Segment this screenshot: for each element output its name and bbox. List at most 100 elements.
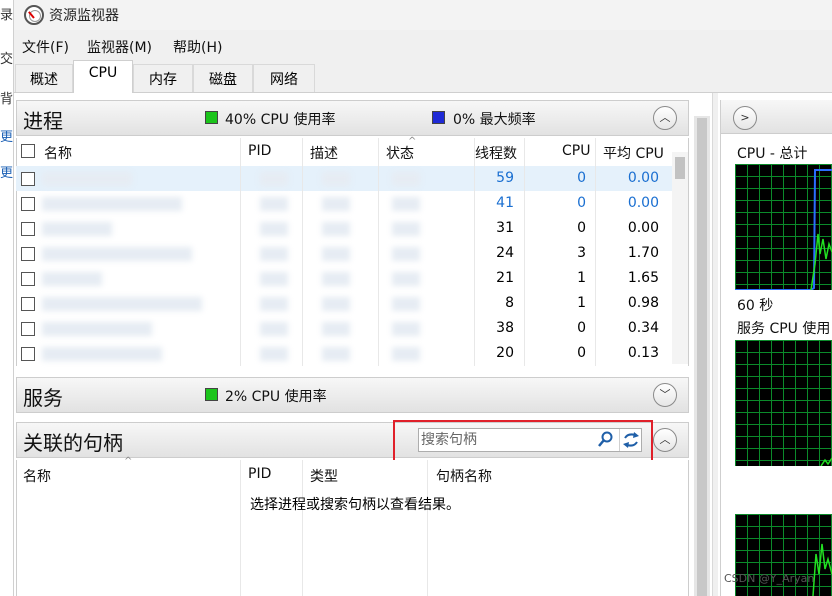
handles-column-handle-name[interactable]: 句柄名称 [436,466,492,486]
column-header-description[interactable]: 描述 [310,143,338,163]
redacted-cell [392,172,420,186]
handles-empty-message: 选择进程或搜索句柄以查看结果。 [250,497,460,513]
sort-indicator-icon: ^ [408,136,417,147]
column-header-pid[interactable]: PID [248,143,271,159]
redacted-cell [392,247,420,261]
row-checkbox[interactable] [21,347,35,361]
tab-disk[interactable]: 磁盘 [193,64,253,92]
redacted-process-name [42,297,202,311]
cell-average-cpu: 0.00 [627,220,659,236]
service-cpu-label: 服务 CPU 使用 [737,321,831,337]
redacted-cell [260,222,288,236]
max-frequency-indicator-icon [432,111,445,124]
row-checkbox[interactable] [21,197,35,211]
redacted-cell [322,272,350,286]
service-cpu-graph-lines [820,457,832,466]
redacted-cell [322,297,350,311]
redacted-process-name [42,347,162,361]
menu-help[interactable]: 帮助(H) [173,37,222,57]
chevron-down-icon: ﹀ [659,388,671,401]
row-checkbox[interactable] [21,297,35,311]
redacted-process-name [42,322,152,336]
handles-title: 关联的句柄 [23,431,123,455]
select-all-checkbox[interactable] [21,144,35,158]
services-expand-button[interactable]: ﹀ [653,383,677,407]
redacted-cell [322,247,350,261]
services-section-header[interactable] [16,377,689,413]
redacted-cell [392,222,420,236]
cell-threads: 38 [496,320,514,336]
redacted-cell [392,297,420,311]
background-window-strip: 录 交 背 更 更 [0,0,14,596]
annotation-highlight-box [393,420,653,464]
cell-threads: 41 [496,195,514,211]
column-header-average-cpu[interactable]: 平均 CPU [603,143,664,163]
pane-splitter[interactable] [712,93,718,596]
cell-average-cpu: 1.70 [627,245,659,261]
row-checkbox[interactable] [21,322,35,336]
processes-collapse-button[interactable]: ︿ [653,106,677,130]
redacted-cell [392,197,420,211]
processes-cpu-usage: 40% CPU 使用率 [225,112,336,128]
row-checkbox[interactable] [21,247,35,261]
cell-threads: 59 [496,170,514,186]
row-checkbox[interactable] [21,172,35,186]
resource-monitor-app-icon [24,5,44,25]
cell-average-cpu: 0.00 [627,170,659,186]
cell-cpu: 1 [577,270,586,286]
row-checkbox[interactable] [21,222,35,236]
handles-column-type[interactable]: 类型 [310,466,338,486]
redacted-process-name [42,222,112,236]
menu-file[interactable]: 文件(F) [22,37,69,57]
window-title: 资源监视器 [49,8,119,24]
chevron-up-icon: ︿ [659,433,671,446]
redacted-cell [392,322,420,336]
sort-indicator-icon: ^ [124,456,133,467]
tab-cpu[interactable]: CPU [73,60,133,93]
cell-cpu: 0 [577,170,586,186]
cell-average-cpu: 1.65 [627,270,659,286]
handles-column-name[interactable]: 名称 [23,466,51,486]
services-cpu-indicator-icon [205,388,218,401]
services-cpu-usage: 2% CPU 使用率 [225,389,327,405]
handles-collapse-button[interactable]: ︿ [653,428,677,452]
tab-overview[interactable]: 概述 [15,64,73,92]
redacted-cell [322,347,350,361]
watermark-text: CSDN @Y_Aryan [724,572,815,585]
cell-cpu: 0 [577,320,586,336]
cell-threads: 8 [505,295,514,311]
tab-network[interactable]: 网络 [253,64,315,92]
chevron-up-icon: ︿ [659,111,671,124]
redacted-cell [260,272,288,286]
menu-monitor[interactable]: 监视器(M) [87,37,152,57]
tab-memory[interactable]: 内存 [133,64,193,92]
chevron-right-icon: > [740,111,750,124]
redacted-cell [322,197,350,211]
column-header-threads[interactable]: 线程数 [475,143,517,163]
row-checkbox[interactable] [21,272,35,286]
column-header-name[interactable]: 名称 [44,143,72,163]
redacted-cell [392,347,420,361]
graphs-toggle-button[interactable]: > [733,106,757,130]
cell-average-cpu: 0.98 [627,295,659,311]
redacted-cell [260,247,288,261]
service-cpu-graph [735,340,832,466]
processes-section-header[interactable] [16,100,689,136]
cell-cpu: 0 [577,195,586,211]
handles-column-pid[interactable]: PID [248,466,271,482]
processes-scrollbar-thumb[interactable] [675,157,685,179]
redacted-cell [260,172,288,186]
redacted-cell [322,222,350,236]
cell-cpu: 1 [577,295,586,311]
processes-scrollbar[interactable] [672,152,688,364]
redacted-cell [260,322,288,336]
redacted-cell [322,172,350,186]
cell-average-cpu: 0.34 [627,320,659,336]
cell-average-cpu: 0.00 [627,195,659,211]
cell-threads: 24 [496,245,514,261]
cell-average-cpu: 0.13 [627,345,659,361]
cpu-total-label: CPU - 总计 [737,146,808,162]
processes-title: 进程 [23,109,63,133]
column-header-cpu[interactable]: CPU [562,143,590,159]
main-scrollbar-thumb[interactable] [697,118,707,596]
